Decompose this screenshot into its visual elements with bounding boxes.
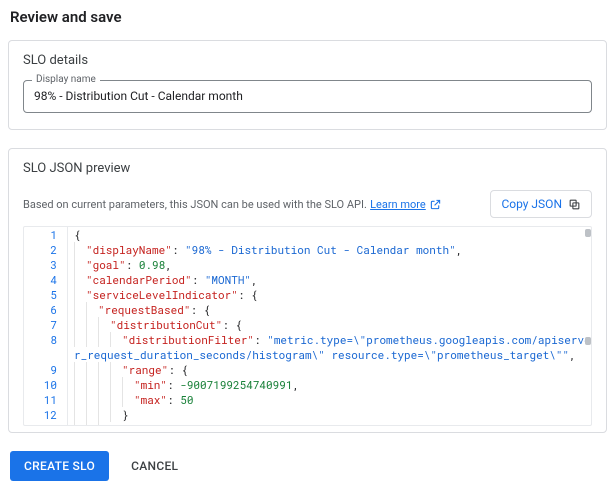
- code-content: "distributionFilter": "metric.type=\"pro…: [68, 332, 591, 362]
- code-line: 2"displayName": "98% - Distribution Cut …: [24, 242, 591, 257]
- copy-json-button[interactable]: Copy JSON: [490, 190, 592, 218]
- learn-more-label: Learn more: [370, 198, 426, 211]
- json-help-row: Based on current parameters, this JSON c…: [23, 190, 592, 218]
- code-line: 11"max": 50: [24, 392, 591, 407]
- code-content: }: [68, 422, 117, 426]
- line-number: 8: [24, 332, 68, 362]
- page-title: Review and save: [0, 0, 615, 40]
- external-link-icon: [430, 199, 441, 210]
- slo-details-card: SLO details Display name: [8, 40, 607, 130]
- code-content: "serviceLevelIndicator": {: [68, 287, 258, 302]
- line-number: 12: [24, 407, 68, 422]
- code-content: "max": 50: [68, 392, 193, 407]
- line-number: 3: [24, 257, 68, 272]
- line-number: 11: [24, 392, 68, 407]
- line-number: 7: [24, 317, 68, 332]
- code-line: 7"distributionCut": {: [24, 317, 591, 332]
- copy-icon: [568, 198, 581, 211]
- line-number: 9: [24, 362, 68, 377]
- json-help-text: Based on current parameters, this JSON c…: [23, 198, 367, 211]
- json-preview-card: SLO JSON preview Based on current parame…: [8, 148, 607, 433]
- line-number: 6: [24, 302, 68, 317]
- display-name-label: Display name: [32, 74, 100, 85]
- code-scrollbar[interactable]: [585, 227, 591, 425]
- code-content: "distributionCut": {: [68, 317, 242, 332]
- code-line: 3"goal": 0.98,: [24, 257, 591, 272]
- line-number: 4: [24, 272, 68, 287]
- display-name-field-wrap: Display name: [23, 80, 592, 113]
- json-preview-title: SLO JSON preview: [23, 161, 592, 176]
- line-number: 10: [24, 377, 68, 392]
- create-slo-button[interactable]: CREATE SLO: [10, 451, 109, 481]
- code-content: "calendarPeriod": "MONTH",: [68, 272, 258, 287]
- code-line: 10"min": -9007199254740991,: [24, 377, 591, 392]
- learn-more-link[interactable]: Learn more: [370, 198, 441, 211]
- code-line: 9"range": {: [24, 362, 591, 377]
- code-content: "requestBased": {: [68, 302, 210, 317]
- code-content: "goal": 0.98,: [68, 257, 172, 272]
- code-line: 1{: [24, 227, 591, 242]
- line-number: 2: [24, 242, 68, 257]
- json-code-viewer[interactable]: 1{2"displayName": "98% - Distribution Cu…: [23, 226, 592, 426]
- slo-details-title: SLO details: [23, 53, 592, 68]
- code-content: "displayName": "98% - Distribution Cut -…: [68, 242, 462, 257]
- code-line: 4"calendarPeriod": "MONTH",: [24, 272, 591, 287]
- line-number: 5: [24, 287, 68, 302]
- line-number: 1: [24, 227, 68, 242]
- code-line: 5"serviceLevelIndicator": {: [24, 287, 591, 302]
- code-line: 12}: [24, 407, 591, 422]
- code-content: }: [68, 407, 129, 422]
- code-content: {: [68, 227, 81, 242]
- code-line: 6"requestBased": {: [24, 302, 591, 317]
- code-content: "range": {: [68, 362, 188, 377]
- line-number: 13: [24, 422, 68, 426]
- code-line: 8"distributionFilter": "metric.type=\"pr…: [24, 332, 591, 362]
- copy-json-label: Copy JSON: [501, 197, 562, 211]
- footer-actions: CREATE SLO CANCEL: [0, 441, 615, 491]
- cancel-button[interactable]: CANCEL: [131, 459, 178, 473]
- code-content: "min": -9007199254740991,: [68, 377, 299, 392]
- code-line: 13}: [24, 422, 591, 426]
- display-name-input[interactable]: [34, 89, 581, 103]
